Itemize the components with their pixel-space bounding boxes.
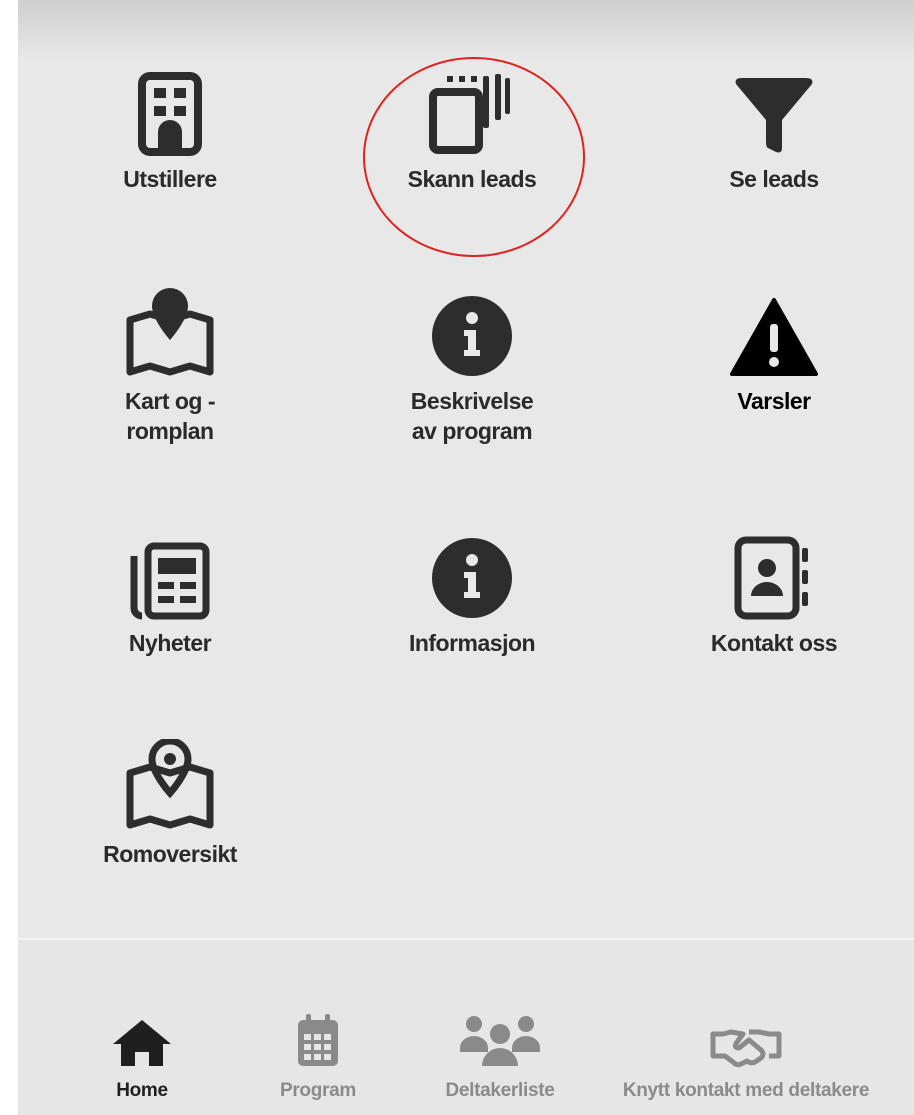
nav-label: Knytt kontakt med deltakere: [622, 1080, 870, 1101]
tile-label-line2: romplan: [126, 418, 214, 444]
tile-label: Se leads: [729, 166, 819, 192]
handshake-icon: [710, 1029, 782, 1068]
tile-room-overview[interactable]: Romoversikt: [40, 735, 300, 869]
nav-home[interactable]: Home: [42, 940, 242, 1102]
contact-book-icon: [734, 536, 808, 620]
tile-program-description[interactable]: Beskrivelse av program: [342, 282, 602, 446]
users-icon: [460, 1016, 540, 1066]
newspaper-icon: [130, 542, 210, 620]
nav-label: Home: [116, 1080, 168, 1101]
tile-label: Romoversikt: [103, 841, 237, 867]
tile-alerts[interactable]: Varsler: [644, 282, 904, 416]
bottom-nav: Home Program Deltakerliste Knytt kontakt…: [18, 938, 914, 1115]
building-icon: [138, 72, 202, 156]
map-pin-icon: [126, 288, 214, 376]
nav-participants[interactable]: Deltakerliste: [400, 940, 600, 1102]
tile-map[interactable]: Kart og - romplan: [40, 282, 300, 446]
top-shade: [18, 0, 914, 60]
info-icon: [432, 538, 512, 618]
tile-label: Utstillere: [123, 166, 217, 192]
tile-label: Skann leads: [407, 166, 537, 192]
nav-connect[interactable]: Knytt kontakt med deltakere: [586, 940, 906, 1102]
tile-label: Nyheter: [128, 630, 212, 656]
app-screen: Utstillere Skann leads Se leads Kart og …: [18, 0, 914, 1115]
home-icon: [113, 1020, 171, 1066]
tile-label-line1: Kart og -: [124, 388, 216, 414]
map-pin-icon: [126, 739, 214, 829]
tile-exhibitors[interactable]: Utstillere: [40, 60, 300, 194]
info-icon: [432, 296, 512, 376]
tile-label: Varsler: [737, 388, 811, 414]
tile-contact[interactable]: Kontakt oss: [644, 524, 904, 658]
tile-scan-leads[interactable]: Skann leads: [342, 60, 602, 194]
nav-label: Program: [279, 1080, 357, 1101]
tile-label-line2: av program: [411, 418, 533, 444]
tile-label: Informasjon: [408, 630, 536, 656]
nav-program[interactable]: Program: [218, 940, 418, 1102]
scan-cards-icon: [429, 74, 510, 154]
nav-label: Deltakerliste: [445, 1080, 555, 1101]
warning-icon: [730, 298, 818, 376]
filter-icon: [735, 78, 813, 153]
tile-information[interactable]: Informasjon: [342, 524, 602, 658]
tile-see-leads[interactable]: Se leads: [644, 60, 904, 194]
tile-label-line1: Beskrivelse: [410, 388, 534, 414]
calendar-icon: [298, 1014, 338, 1066]
tile-news[interactable]: Nyheter: [40, 524, 300, 658]
tile-label: Kontakt oss: [710, 630, 838, 656]
